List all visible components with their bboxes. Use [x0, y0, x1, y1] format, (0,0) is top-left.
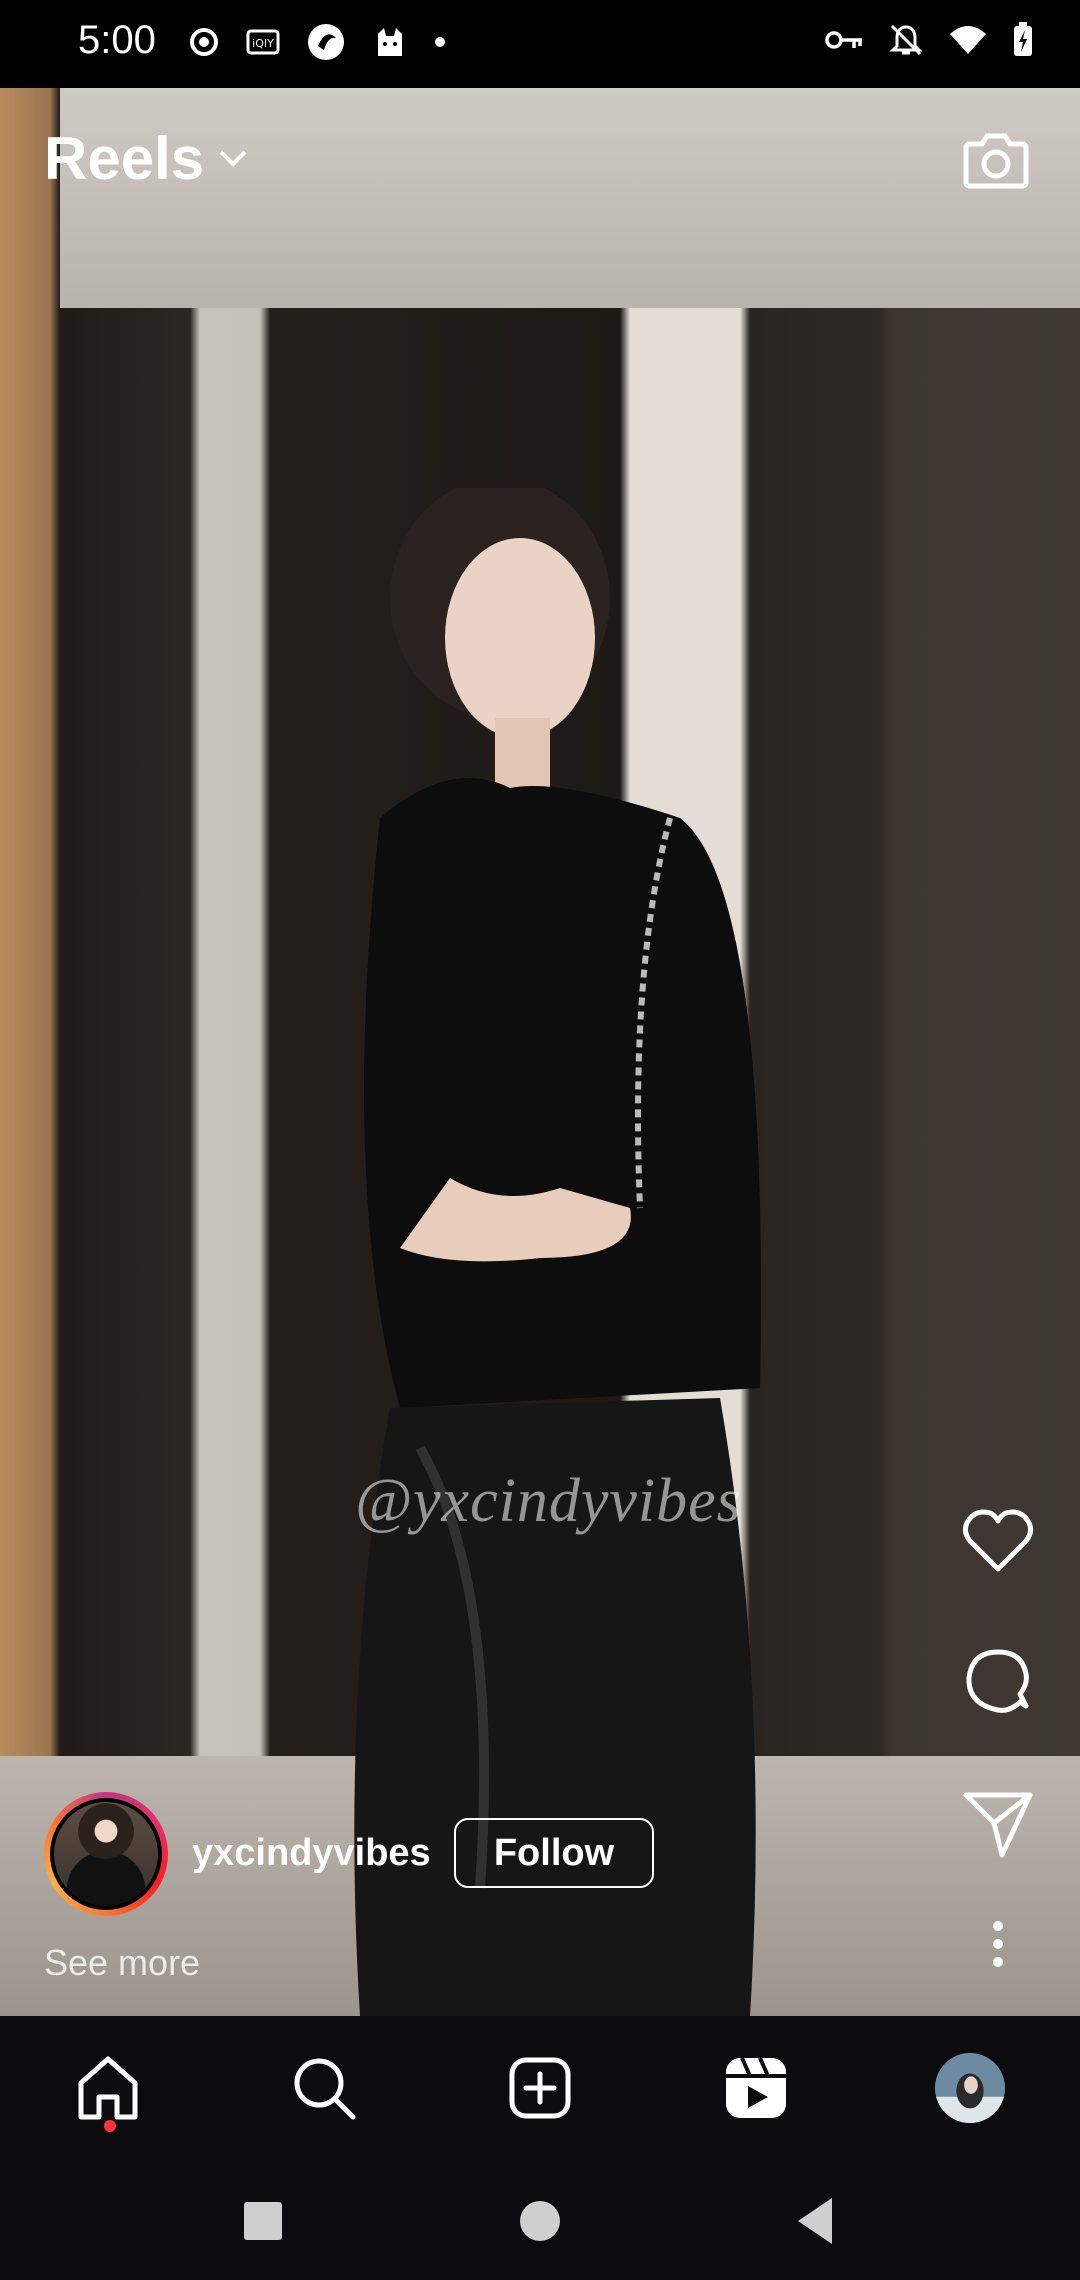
- avatar-image: [54, 1802, 158, 1906]
- status-left-icons: iQIY: [188, 22, 446, 62]
- system-navigation-bar: [0, 2160, 1080, 2280]
- recents-square[interactable]: [242, 2200, 284, 2242]
- video-person: [354, 488, 761, 2016]
- home-icon: [78, 2056, 138, 2120]
- nav-profile[interactable]: [934, 2052, 1006, 2124]
- camera-button[interactable]: [960, 124, 1032, 196]
- username[interactable]: yxcindyvibes: [192, 1832, 431, 1875]
- status-right-icons: [824, 22, 1034, 58]
- more-vertical-icon: [993, 1921, 1003, 1967]
- heart-icon: [962, 1509, 1034, 1572]
- iqiyi-icon: iQIY: [246, 29, 280, 55]
- reels-title-dropdown[interactable]: Reels: [44, 124, 248, 193]
- bell-off-icon: [889, 24, 923, 56]
- status-bar: 5:00 iQIY: [0, 0, 1080, 88]
- key-icon: [825, 31, 862, 49]
- nav-home[interactable]: [72, 2052, 144, 2124]
- record-icon: [190, 28, 218, 56]
- follow-button[interactable]: Follow: [454, 1818, 654, 1888]
- share-send-icon: [963, 1792, 1033, 1858]
- comment-icon: [966, 1649, 1029, 1713]
- nav-search[interactable]: [288, 2052, 360, 2124]
- search-icon: [294, 2058, 356, 2120]
- home-notification-dot: [104, 2120, 116, 2132]
- back-triangle[interactable]: [794, 2196, 836, 2246]
- app-circle-icon: [308, 24, 344, 60]
- chevron-down-icon: [219, 150, 247, 167]
- video-ceiling: [60, 88, 1080, 308]
- battery-charging-icon: [1014, 22, 1032, 56]
- comment-button[interactable]: [958, 1642, 1038, 1722]
- home-circle[interactable]: [519, 2200, 561, 2242]
- reel-video[interactable]: @yxcindyvibes: [0, 88, 1080, 2016]
- avatar-border: [50, 1798, 162, 1910]
- share-button[interactable]: [958, 1784, 1038, 1864]
- status-time: 5:00: [78, 18, 156, 62]
- profile-avatar: [934, 2052, 1006, 2124]
- reels-icon: [726, 2057, 786, 2118]
- wifi-icon: [950, 26, 986, 54]
- dot-icon: [435, 37, 445, 47]
- video-watermark: @yxcindyvibes: [355, 1467, 742, 1535]
- page-title: Reels: [44, 125, 205, 192]
- add-post-icon: [509, 2057, 571, 2119]
- user-avatar[interactable]: [44, 1792, 168, 1916]
- more-options-button[interactable]: [958, 1904, 1038, 1984]
- nav-reels[interactable]: [720, 2052, 792, 2124]
- nav-create[interactable]: [504, 2052, 576, 2124]
- like-button[interactable]: [958, 1500, 1038, 1580]
- bottom-navigation: [0, 2016, 1080, 2160]
- svg-text:iQIY: iQIY: [252, 37, 274, 50]
- cat-app-icon: [378, 28, 402, 56]
- camera-icon: [963, 133, 1029, 189]
- see-more-link[interactable]: See more: [44, 1942, 200, 1984]
